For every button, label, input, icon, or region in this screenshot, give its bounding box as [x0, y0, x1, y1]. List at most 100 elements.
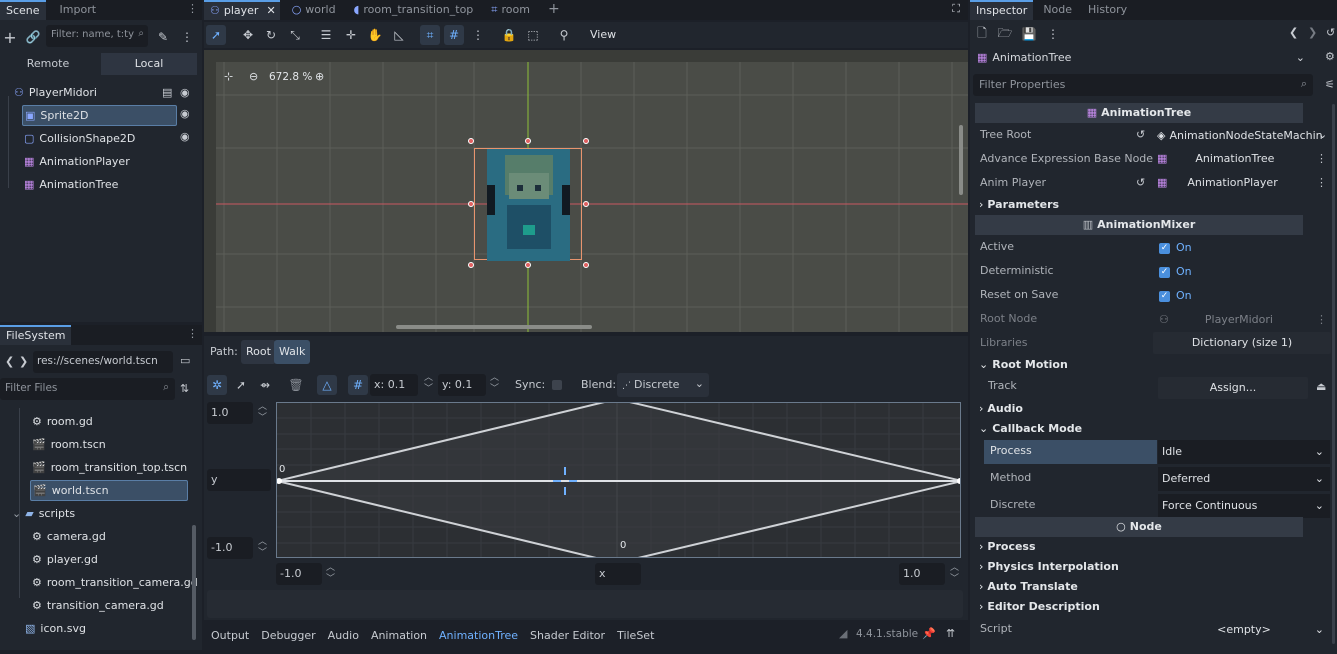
- tab-animation[interactable]: Animation: [371, 629, 427, 642]
- sync-checkbox[interactable]: [552, 380, 562, 390]
- active-checkbox[interactable]: ✓ On: [1159, 241, 1192, 254]
- file-item[interactable]: 🎬 room_transition_top.tscn: [32, 457, 187, 478]
- filesystem-path-input[interactable]: res://scenes/world.tscn: [33, 351, 173, 373]
- tab-room-transition-top[interactable]: ◖ room_transition_top: [348, 0, 480, 20]
- file-item[interactable]: ⚙ room.gd: [32, 411, 93, 432]
- more-icon[interactable]: ⋮: [1316, 176, 1327, 189]
- x-snap-field[interactable]: x: 0.1: [370, 374, 418, 396]
- filter-settings-icon[interactable]: ⚟: [1325, 78, 1335, 91]
- y-label-field[interactable]: y: [207, 469, 271, 491]
- view-menu[interactable]: View: [590, 28, 616, 41]
- root-node-value[interactable]: ⚇ PlayerMidori: [1159, 313, 1273, 326]
- scene-filter-input[interactable]: Filter: name, t:ty ⌕: [46, 25, 148, 47]
- tab-scene[interactable]: Scene: [0, 0, 46, 20]
- pivot-tool-icon[interactable]: ✛: [341, 25, 361, 45]
- section-audio[interactable]: › Audio: [975, 399, 1303, 419]
- new-resource-icon[interactable]: 🗋: [972, 24, 992, 44]
- inspector-scrollbar[interactable]: [1332, 104, 1335, 644]
- tree-node-animationplayer[interactable]: ▦ AnimationPlayer: [24, 151, 194, 172]
- lock-icon[interactable]: 🔒: [499, 25, 519, 45]
- pin-icon[interactable]: 📌: [922, 627, 936, 640]
- section-editor-description[interactable]: › Editor Description: [975, 597, 1303, 617]
- advance-expression-value[interactable]: ▦ AnimationTree: [1157, 152, 1274, 165]
- move-tool-icon[interactable]: ✥: [238, 25, 258, 45]
- section-physics-interpolation[interactable]: › Physics Interpolation: [975, 557, 1303, 577]
- reset-on-save-checkbox[interactable]: ✓ On: [1159, 289, 1192, 302]
- revert-icon[interactable]: ↺: [1136, 176, 1145, 189]
- handle-mr[interactable]: [583, 201, 589, 207]
- file-item[interactable]: ▧ icon.svg: [25, 618, 86, 639]
- section-callback-mode[interactable]: ⌄ Callback Mode: [975, 419, 1303, 439]
- clear-icon[interactable]: ⏏: [1316, 380, 1326, 393]
- x-min-stepper[interactable]: ︿ ﹀: [326, 563, 335, 585]
- file-item[interactable]: ⚙ camera.gd: [32, 526, 106, 547]
- distraction-free-icon[interactable]: ⛶: [952, 2, 960, 16]
- tree-node-playermidori[interactable]: ⚇ PlayerMidori ▤ ◉: [14, 82, 194, 103]
- add-node-icon[interactable]: +: [0, 27, 20, 47]
- section-root-motion[interactable]: ⌄ Root Motion: [975, 355, 1303, 375]
- file-item[interactable]: ⚙ room_transition_camera.gd: [32, 572, 198, 593]
- zoom-out-icon[interactable]: ⊖: [249, 70, 258, 83]
- x-max-field[interactable]: 1.0: [899, 563, 945, 585]
- tab-history[interactable]: History: [1082, 0, 1133, 20]
- visibility-eye-icon[interactable]: ◉: [180, 82, 190, 103]
- more-icon[interactable]: ⋮: [1316, 152, 1327, 165]
- snap-grid-icon[interactable]: #: [348, 375, 368, 395]
- tree-node-sprite2d[interactable]: ▣ Sprite2D: [22, 105, 177, 126]
- tab-filesystem[interactable]: FileSystem: [0, 325, 72, 345]
- path-walk-button[interactable]: Walk: [274, 340, 311, 364]
- sort-icon[interactable]: ⇅: [180, 382, 189, 395]
- tab-inspector[interactable]: Inspector: [970, 0, 1034, 20]
- tab-output[interactable]: Output: [211, 629, 249, 642]
- tab-player[interactable]: ⚇ player ✕: [204, 0, 280, 20]
- file-item[interactable]: 🎬 room.tscn: [32, 434, 106, 455]
- version-label[interactable]: 4.4.1.stable: [856, 628, 918, 640]
- chevron-down-icon[interactable]: ⌄: [1318, 128, 1327, 141]
- blend-space-canvas[interactable]: 0 0: [276, 402, 961, 558]
- sprite-selection[interactable]: [474, 148, 582, 261]
- back-icon[interactable]: ❮: [5, 355, 14, 368]
- tab-audio[interactable]: Audio: [328, 629, 359, 642]
- history-forward-icon[interactable]: ❯: [1308, 26, 1317, 39]
- script-icon[interactable]: ▤: [162, 82, 172, 103]
- delete-point-icon[interactable]: 🗑: [286, 375, 306, 395]
- save-icon[interactable]: 💾: [1019, 24, 1039, 44]
- triangle-mode-icon[interactable]: △: [317, 375, 337, 395]
- visibility-eye-icon[interactable]: ◉: [180, 130, 190, 143]
- method-select[interactable]: Deferred ⌄: [1158, 467, 1330, 491]
- add-tab-icon[interactable]: +: [542, 0, 566, 20]
- viewport-2d[interactable]: ⊹ ⊖ 672.8 % ⊕: [204, 50, 968, 332]
- expand-panel-icon[interactable]: ⇈: [946, 627, 955, 640]
- script-select[interactable]: <empty> ⌄: [1158, 618, 1330, 642]
- bone-icon[interactable]: ⚲: [554, 25, 574, 45]
- grid-snap-icon[interactable]: #: [444, 25, 464, 45]
- object-selector[interactable]: ▦ AnimationTree ⌄: [973, 47, 1313, 69]
- y-min-stepper[interactable]: ︿ ﹀: [258, 537, 267, 559]
- x-snap-stepper[interactable]: ︿ ﹀: [424, 373, 433, 395]
- snap-menu-icon[interactable]: ⋮: [468, 25, 488, 45]
- section-auto-translate[interactable]: › Auto Translate: [975, 577, 1303, 597]
- tab-tileset[interactable]: TileSet: [617, 629, 654, 642]
- y-snap-stepper[interactable]: ︿ ﹀: [490, 373, 499, 395]
- tab-node[interactable]: Node: [1037, 0, 1078, 20]
- y-max-stepper[interactable]: ︿ ﹀: [258, 402, 267, 424]
- zoom-level[interactable]: 672.8 %: [269, 71, 312, 83]
- y-max-field[interactable]: 1.0: [207, 402, 253, 424]
- revert-icon[interactable]: ↺: [1136, 128, 1145, 141]
- file-item[interactable]: ⚙ transition_camera.gd: [32, 595, 164, 616]
- recent-icon[interactable]: ↺: [1326, 26, 1335, 39]
- select-tool-icon[interactable]: ➚: [206, 25, 226, 45]
- handle-tm[interactable]: [525, 138, 531, 144]
- zoom-in-icon[interactable]: ⊕: [315, 70, 324, 83]
- y-snap-field[interactable]: y: 0.1: [438, 374, 486, 396]
- handle-br[interactable]: [583, 262, 589, 268]
- tree-root-value[interactable]: ◈ AnimationNodeStateMachin: [1157, 129, 1327, 142]
- visibility-eye-icon[interactable]: ◉: [180, 107, 190, 120]
- handle-bl[interactable]: [468, 262, 474, 268]
- tree-node-collisionshape2d[interactable]: ▢ CollisionShape2D: [24, 128, 179, 149]
- history-back-icon[interactable]: ❮: [1289, 26, 1298, 39]
- handle-bm[interactable]: [525, 262, 531, 268]
- file-item[interactable]: ⚙ player.gd: [32, 549, 98, 570]
- zoom-reset-icon[interactable]: ⊹: [224, 70, 233, 83]
- file-filter-input[interactable]: Filter Files ⌕: [0, 378, 175, 400]
